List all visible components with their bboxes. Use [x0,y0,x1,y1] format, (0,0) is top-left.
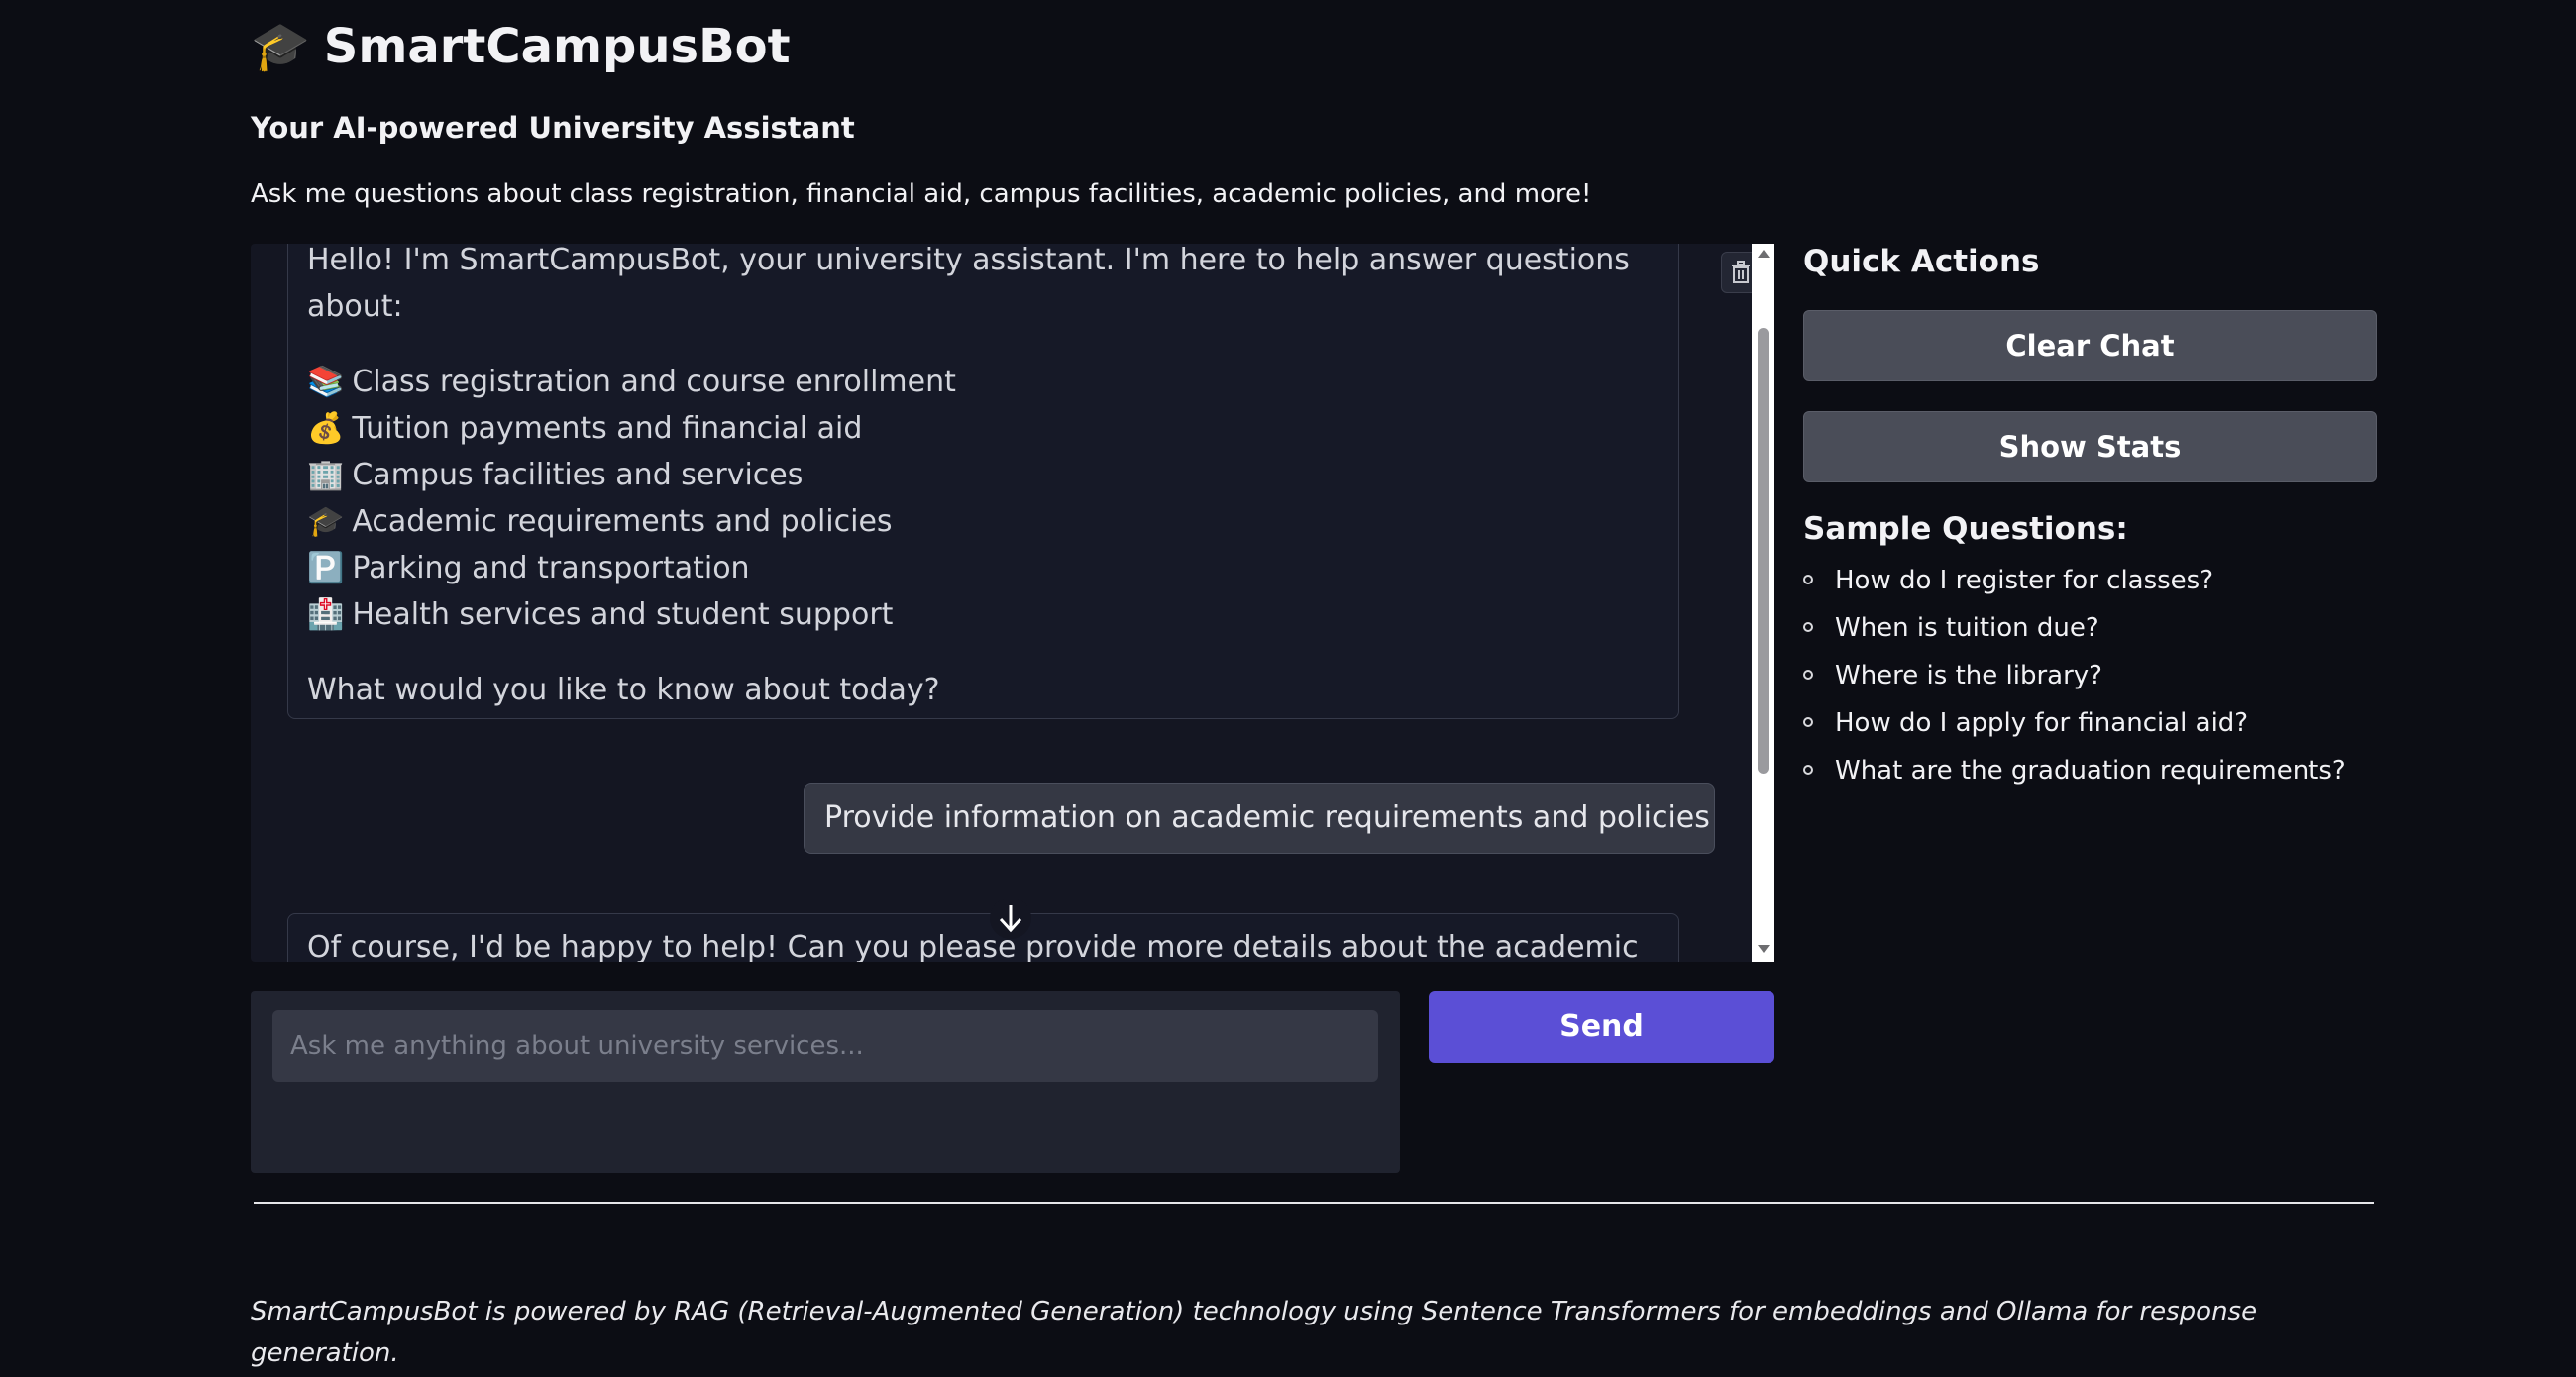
topic-label: Campus facilities and services [352,458,804,492]
scroll-down-arrow-icon[interactable] [1758,945,1770,953]
quick-actions-title: Quick Actions [1803,244,2040,279]
scrollbar-thumb[interactable] [1758,328,1769,774]
topic-item: 🏥 Health services and student support [307,591,1660,638]
bot-message-reply: Of course, I'd be happy to help! Can you… [287,913,1679,962]
footer-divider [254,1202,2374,1204]
greeting-closing: What would you like to know about today? [307,673,940,707]
parking-icon: 🅿️ [307,551,345,585]
greeting-line-2: about: [307,289,403,324]
circle-bullet-icon [1803,669,1813,680]
chat-panel[interactable]: Hello! I'm SmartCampusBot, your universi… [251,244,1774,962]
topic-label: Parking and transportation [352,551,750,585]
arrow-down-icon [999,905,1022,933]
topic-item: 🎓 Academic requirements and policies [307,498,1660,545]
app-title-text: SmartCampusBot [323,19,791,74]
message-input[interactable] [272,1010,1378,1082]
sample-question-item: When is tuition due? [1803,610,2346,658]
books-icon: 📚 [307,365,345,399]
sample-question-text: How do I register for classes? [1835,566,2214,595]
graduation-cap-icon: 🎓 [251,19,310,74]
topic-item: 🅿️ Parking and transportation [307,545,1660,591]
sample-questions-title: Sample Questions: [1803,511,2128,547]
sample-questions-list: How do I register for classes? When is t… [1803,563,2346,800]
sample-question-item: What are the graduation requirements? [1803,753,2346,800]
topic-label: Academic requirements and policies [352,504,893,539]
chat-scrollbar[interactable] [1752,244,1774,962]
bot-message-greeting: Hello! I'm SmartCampusBot, your universi… [287,244,1679,719]
sample-question-text: When is tuition due? [1835,613,2099,643]
greeting-text: Hello! I'm SmartCampusBot, your universi… [307,244,1660,330]
topic-item: 🏢 Campus facilities and services [307,452,1660,498]
app-title: 🎓 SmartCampusBot [251,18,791,74]
show-stats-button[interactable]: Show Stats [1803,411,2377,482]
topic-label: Tuition payments and financial aid [352,411,863,446]
circle-bullet-icon [1803,574,1813,584]
trash-icon [1732,261,1750,283]
topic-label: Health services and student support [352,597,894,632]
sample-question-text: Where is the library? [1835,661,2102,690]
sample-question-item: Where is the library? [1803,658,2346,705]
footer-text: SmartCampusBot is powered by RAG (Retrie… [251,1297,2258,1368]
sample-question-item: How do I apply for financial aid? [1803,705,2346,753]
message-input-container [251,991,1400,1173]
hospital-icon: 🏥 [307,597,345,632]
graduation-cap-icon: 🎓 [307,504,345,539]
circle-bullet-icon [1803,716,1813,727]
sample-question-text: What are the graduation requirements? [1835,756,2346,786]
sample-question-item: How do I register for classes? [1803,563,2346,610]
app-subtitle: Your AI-powered University Assistant [251,111,855,145]
circle-bullet-icon [1803,764,1813,775]
greeting-line-1: Hello! I'm SmartCampusBot, your universi… [307,244,1630,277]
topic-label: Class registration and course enrollment [352,365,956,399]
topic-list: 📚 Class registration and course enrollmen… [307,359,1660,638]
app-intro: Ask me questions about class registratio… [251,179,1592,209]
scroll-up-arrow-icon[interactable] [1758,250,1770,258]
office-building-icon: 🏢 [307,458,345,492]
circle-bullet-icon [1803,621,1813,632]
sample-question-text: How do I apply for financial aid? [1835,708,2249,738]
topic-item: 💰 Tuition payments and financial aid [307,405,1660,452]
money-bag-icon: 💰 [307,411,345,446]
topic-item: 📚 Class registration and course enrollmen… [307,359,1660,405]
scroll-to-bottom-button[interactable] [990,898,1031,939]
send-button[interactable]: Send [1429,991,1774,1063]
clear-chat-button[interactable]: Clear Chat [1803,310,2377,381]
user-message: Provide information on academic requirem… [804,783,1715,854]
